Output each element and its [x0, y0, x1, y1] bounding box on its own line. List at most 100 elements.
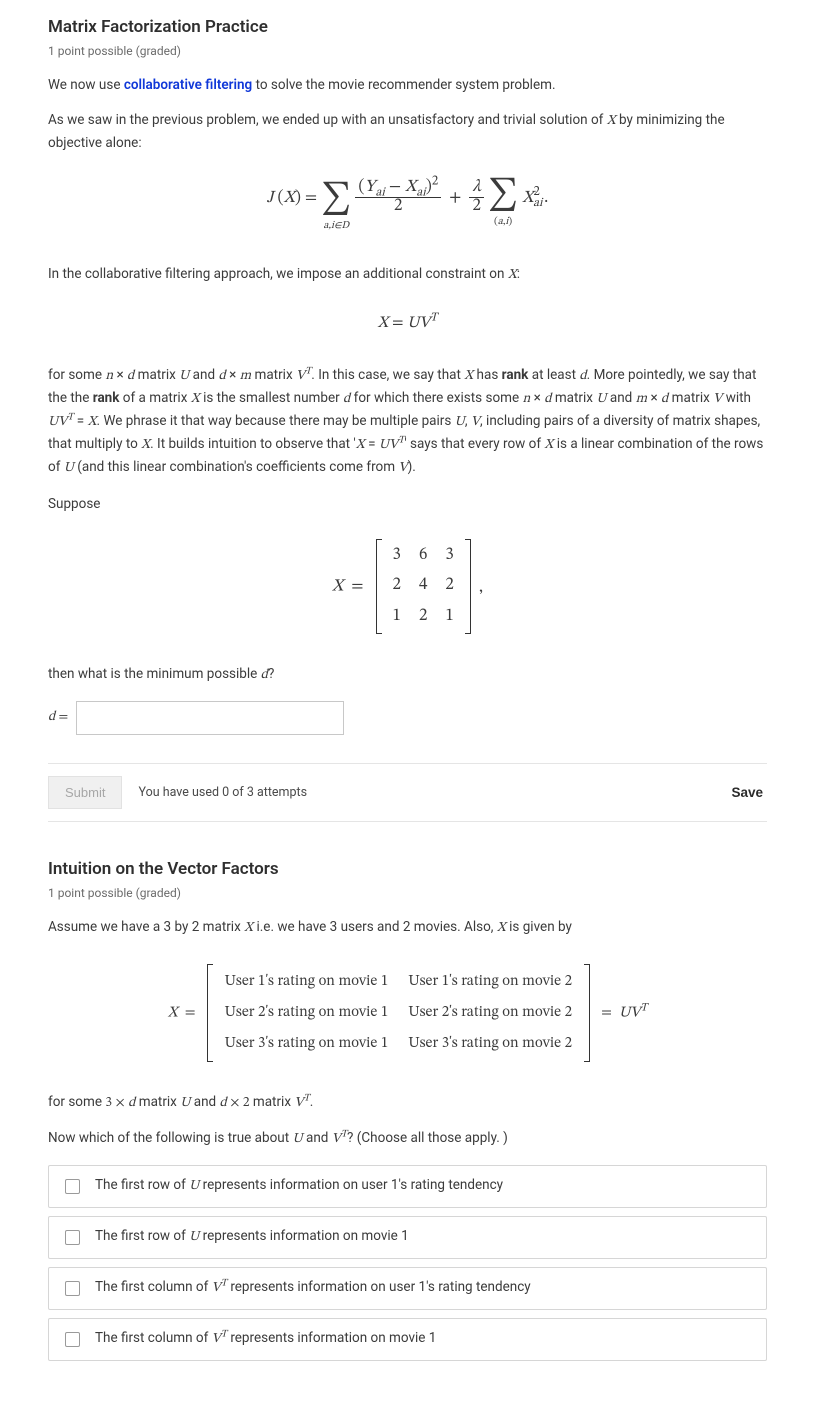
- option-4-checkbox[interactable]: [65, 1332, 80, 1347]
- d-equals-label: d =: [48, 706, 68, 729]
- text: . It builds intuition to observe that ': [150, 436, 356, 452]
- math: U: [64, 462, 74, 475]
- math: VT: [296, 370, 311, 383]
- math: × 2: [227, 1097, 250, 1110]
- p2-intro: Assume we have a 3 by 2 matrix X i.e. we…: [48, 917, 767, 940]
- text: to solve the movie recommender system pr…: [252, 77, 555, 93]
- text: for some: [48, 367, 105, 383]
- collaborative-filtering-link[interactable]: collaborative filtering: [124, 77, 252, 93]
- equation-x-ratings: X = User 1's rating on movie 1User 1's r…: [48, 964, 767, 1062]
- math: U: [292, 1133, 302, 1146]
- text: .: [310, 1094, 314, 1110]
- math-d: d: [261, 669, 268, 682]
- math-x: X: [607, 115, 616, 128]
- math: m: [636, 393, 648, 406]
- text: is the smallest number: [200, 390, 343, 406]
- math: V: [471, 416, 480, 429]
- option-4-label: The first column of VT represents inform…: [95, 1328, 436, 1351]
- p2-question: Now which of the following is true about…: [48, 1128, 767, 1151]
- submit-button[interactable]: Submit: [48, 776, 122, 809]
- text: and: [303, 1130, 332, 1146]
- math: d: [579, 370, 586, 383]
- p2-points: 1 point possible (graded): [48, 884, 767, 903]
- math: X: [191, 393, 200, 406]
- p1-para3: In the collaborative filtering approach,…: [48, 264, 767, 287]
- matrix-text: User 1's rating on movie 1User 1's ratin…: [207, 964, 590, 1062]
- p1-para4: for some n × d matrix U and d × m matrix…: [48, 365, 767, 480]
- math: VT: [294, 1097, 309, 1110]
- p1-points: 1 point possible (graded): [48, 42, 767, 61]
- math: d: [220, 1097, 227, 1110]
- math-x: X: [244, 922, 253, 935]
- option-3-checkbox[interactable]: [65, 1281, 80, 1296]
- text: with: [722, 390, 751, 406]
- text: and: [190, 1094, 219, 1110]
- text: at least: [528, 367, 579, 383]
- math: d: [218, 370, 225, 383]
- text: ).: [408, 459, 416, 475]
- text: :: [517, 266, 520, 282]
- option-3[interactable]: The first column of VT represents inform…: [48, 1267, 767, 1310]
- text: i.e. we have 3 users and 2 movies. Also,: [253, 919, 497, 935]
- math: U: [179, 370, 189, 383]
- save-button[interactable]: Save: [727, 779, 767, 806]
- text: matrix: [668, 390, 713, 406]
- math: V: [398, 462, 407, 475]
- math: X: [464, 370, 473, 383]
- rank-bold: rank: [93, 390, 120, 406]
- p1-question: then what is the minimum possible d?: [48, 664, 767, 687]
- text: and: [607, 390, 636, 406]
- text: As we saw in the previous problem, we en…: [48, 112, 607, 128]
- math: X: [141, 439, 150, 452]
- matrix-x: 363 242 121: [376, 539, 471, 634]
- text: ?: [268, 666, 274, 682]
- p1-intro: We now use collaborative filtering to so…: [48, 75, 767, 96]
- text: ? (Choose all those apply. ): [347, 1130, 508, 1146]
- text: is given by: [506, 919, 572, 935]
- math: V: [713, 393, 722, 406]
- p2-title: Intuition on the Vector Factors: [48, 856, 767, 882]
- text: matrix: [250, 1094, 295, 1110]
- text: matrix: [134, 367, 179, 383]
- math: U: [455, 416, 465, 429]
- p1-para2: As we saw in the previous problem, we en…: [48, 110, 767, 154]
- option-3-label: The first column of VT represents inform…: [95, 1277, 531, 1300]
- text: Now which of the following is true about: [48, 1130, 292, 1146]
- math: X: [356, 439, 365, 452]
- option-2[interactable]: The first row of U represents informatio…: [48, 1216, 767, 1259]
- d-answer-input[interactable]: [76, 701, 344, 735]
- math: n: [105, 370, 113, 383]
- option-1-label: The first row of U represents informatio…: [95, 1175, 503, 1198]
- text: ' says that every row of: [404, 436, 544, 452]
- math: m: [240, 370, 252, 383]
- option-1[interactable]: The first row of U represents informatio…: [48, 1165, 767, 1208]
- text: matrix: [251, 367, 296, 383]
- text: for some: [48, 1094, 105, 1110]
- math: 3 ×: [105, 1097, 128, 1110]
- option-2-label: The first row of U represents informatio…: [95, 1226, 409, 1249]
- math: X: [88, 416, 97, 429]
- text: matrix: [135, 1094, 180, 1110]
- math: UVT: [379, 439, 404, 452]
- text: for which there exists some: [350, 390, 522, 406]
- text: has: [473, 367, 501, 383]
- equation-jx: J (X) = ∑a,i∈D (Yai − Xai)22 + λ2 ∑(a,i)…: [48, 178, 767, 234]
- text: then what is the minimum possible: [48, 666, 261, 682]
- p1-suppose: Suppose: [48, 494, 767, 515]
- attempts-text: You have used 0 of 3 attempts: [138, 783, 307, 802]
- answer-row: d =: [48, 701, 767, 735]
- math: UVT: [48, 416, 73, 429]
- p2-para2: for some 3 × d matrix U and d × 2 matrix…: [48, 1092, 767, 1115]
- option-4[interactable]: The first column of VT represents inform…: [48, 1318, 767, 1361]
- option-1-checkbox[interactable]: [65, 1179, 80, 1194]
- equation-x-uvt: X = UVT: [48, 311, 767, 336]
- text: We now use: [48, 77, 124, 93]
- math: VT: [332, 1133, 347, 1146]
- text: matrix: [551, 390, 596, 406]
- math: U: [180, 1097, 190, 1110]
- text: Assume we have a 3 by 2 matrix: [48, 919, 244, 935]
- equation-x-matrix: X = 363 242 121 ,: [48, 539, 767, 634]
- math: U: [596, 393, 606, 406]
- text: . In this case, we say that: [311, 367, 464, 383]
- option-2-checkbox[interactable]: [65, 1230, 80, 1245]
